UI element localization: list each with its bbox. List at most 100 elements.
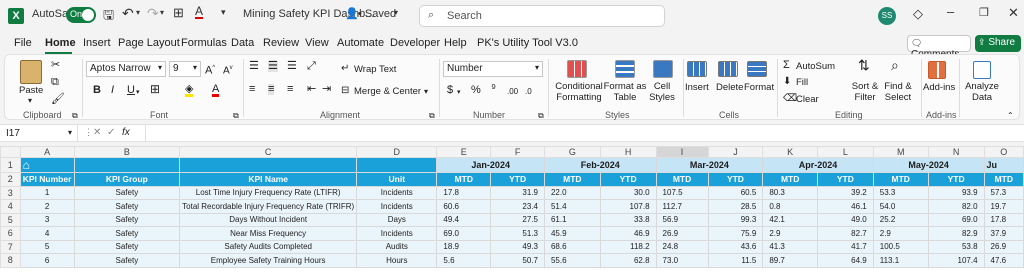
font-name-select[interactable]: Aptos Narrow ▾ [86, 61, 166, 77]
mtd-cell[interactable]: 107.5 [655, 185, 709, 200]
kpi-number-cell[interactable]: 5 [19, 239, 75, 254]
decrease-decimal-icon[interactable]: .0 [525, 86, 532, 97]
sheet-table[interactable]: A B C D E F G H I J K L M N O 1 ⌂ Jan-20… [0, 146, 1024, 268]
mtd-cell[interactable]: 53.3 [872, 185, 929, 200]
font-size-select[interactable]: 9 ▾ [169, 61, 201, 77]
mtd-cell[interactable]: 80.3 [762, 185, 819, 200]
mtd-cell[interactable]: 60.6 [436, 199, 492, 214]
kpi-name-cell[interactable]: Near Miss Frequency [179, 226, 358, 241]
cell-styles-icon[interactable] [653, 60, 673, 78]
fill-button[interactable]: Fill [796, 77, 808, 88]
unit-cell[interactable]: Incidents [356, 226, 438, 241]
mtd-cell[interactable]: 2.9 [762, 226, 819, 241]
format-as-table-button[interactable]: Format as Table [603, 81, 647, 103]
ytd-cell[interactable]: 49.0 [817, 212, 874, 227]
format-cells-icon[interactable] [747, 61, 767, 77]
tab-review[interactable]: Review [263, 37, 299, 49]
clipboard-launcher-icon[interactable]: ⧉ [72, 110, 78, 121]
kpi-group-cell[interactable]: Safety [73, 226, 181, 241]
share-button[interactable]: ⇪ Share ▾ [975, 35, 1021, 58]
column-header[interactable]: C [179, 146, 358, 158]
alignment-launcher-icon[interactable]: ⧉ [429, 110, 435, 121]
kpi-number-cell[interactable]: 6 [19, 253, 75, 268]
kpi-group-cell[interactable]: Safety [73, 239, 181, 254]
unit-header[interactable]: Unit [356, 172, 438, 187]
kpi-number-header[interactable]: KPI Number [19, 172, 75, 187]
ytd-cell[interactable]: 43.6 [707, 239, 764, 254]
undo-dropdown-icon[interactable]: ▾ [136, 8, 140, 17]
mtd-cell[interactable]: 113.1 [872, 253, 929, 268]
insert-cells-icon[interactable] [687, 61, 707, 77]
mtd-cell[interactable]: 100.5 [872, 239, 929, 254]
row-header[interactable]: 5 [0, 212, 21, 227]
column-header[interactable]: E [436, 146, 492, 158]
column-header[interactable]: M [872, 146, 929, 158]
delete-cells-button[interactable]: Delete [716, 82, 743, 93]
mtd-cell[interactable]: 25.2 [872, 212, 929, 227]
column-header[interactable]: H [599, 146, 657, 158]
close-icon[interactable]: ✕ [1008, 5, 1019, 21]
column-header[interactable]: B [73, 146, 181, 158]
month-header[interactable]: Jan-2024 [436, 157, 545, 173]
delete-cells-icon[interactable] [718, 61, 738, 77]
mtd-cell[interactable]: 17.8 [983, 212, 1024, 227]
insert-cells-button[interactable]: Insert [685, 82, 709, 93]
orientation-icon[interactable]: ⤢ [307, 61, 316, 72]
ytd-cell[interactable]: 107.8 [599, 199, 657, 214]
kpi-name-cell[interactable]: Days Without Incident [179, 212, 358, 227]
autosum-button[interactable]: AutoSum [796, 61, 835, 72]
ytd-cell[interactable]: 62.8 [599, 253, 657, 268]
ytd-cell[interactable]: 11.5 [707, 253, 764, 268]
home-cell[interactable]: ⌂ [19, 157, 75, 173]
tab-pk-utility[interactable]: PK's Utility Tool V3.0 [477, 37, 578, 49]
kpi-number-cell[interactable]: 1 [19, 185, 75, 200]
ribbon-collapse-icon[interactable]: ⌃ [1007, 110, 1014, 121]
ytd-cell[interactable]: 46.9 [599, 226, 657, 241]
comments-button[interactable]: 🗨 Comments [907, 35, 971, 60]
autosum-icon[interactable]: Σ [783, 60, 790, 71]
column-header[interactable]: L [817, 146, 874, 158]
ytd-cell[interactable]: 41.7 [817, 239, 874, 254]
tab-formulas[interactable]: Formulas [181, 37, 227, 49]
spreadsheet-grid[interactable]: A B C D E F G H I J K L M N O 1 ⌂ Jan-20… [0, 146, 1024, 277]
align-top-icon[interactable]: ☰ [249, 61, 259, 72]
comma-style-icon[interactable]: ⁹ [491, 82, 496, 94]
redo-dropdown-icon[interactable]: ▾ [160, 8, 164, 17]
undo-icon[interactable]: ↶ [122, 5, 134, 22]
redo-icon[interactable]: ↷ [147, 5, 159, 22]
ytd-cell[interactable]: 39.2 [817, 185, 874, 200]
mtd-cell[interactable]: 41.3 [762, 239, 819, 254]
row-header[interactable]: 2 [0, 172, 21, 187]
column-header[interactable]: J [707, 146, 764, 158]
mtd-header[interactable]: MTD [762, 172, 819, 187]
format-cells-button[interactable]: Format [744, 82, 774, 93]
number-launcher-icon[interactable]: ⧉ [538, 110, 544, 121]
mtd-cell[interactable]: 2.9 [872, 226, 929, 241]
kpi-group-header[interactable]: KPI Group [73, 172, 181, 187]
mtd-cell[interactable]: 54.0 [872, 199, 929, 214]
increase-decimal-icon[interactable]: .00 [507, 86, 518, 97]
column-header[interactable]: O [983, 146, 1024, 158]
analyze-data-icon[interactable] [973, 61, 991, 79]
ytd-cell[interactable]: 31.9 [490, 185, 545, 200]
row-header[interactable]: 8 [0, 253, 21, 268]
ytd-header[interactable]: YTD [599, 172, 657, 187]
save-icon[interactable]: 🖫 [103, 6, 114, 28]
month-header[interactable]: May-2024 [872, 157, 985, 173]
mtd-cell[interactable]: 47.6 [983, 253, 1024, 268]
column-header[interactable]: I [655, 146, 709, 158]
merge-center-button[interactable]: Merge & Center [354, 86, 421, 97]
conditional-formatting-button[interactable]: Conditional Formatting [553, 81, 605, 103]
ytd-cell[interactable]: 50.7 [490, 253, 545, 268]
tab-page-layout[interactable]: Page Layout [118, 37, 180, 49]
align-middle-icon[interactable]: ☰ [268, 61, 278, 72]
unit-cell[interactable]: Hours [356, 253, 438, 268]
column-header[interactable]: K [762, 146, 819, 158]
fill-icon[interactable]: ⬇ [783, 76, 791, 87]
mtd-cell[interactable]: 24.8 [655, 239, 709, 254]
italic-icon[interactable]: I [111, 85, 114, 96]
increase-indent-icon[interactable]: ⇥ [322, 84, 331, 95]
ytd-cell[interactable]: 33.8 [599, 212, 657, 227]
mtd-cell[interactable]: 49.4 [436, 212, 492, 227]
column-header[interactable]: A [19, 146, 75, 158]
